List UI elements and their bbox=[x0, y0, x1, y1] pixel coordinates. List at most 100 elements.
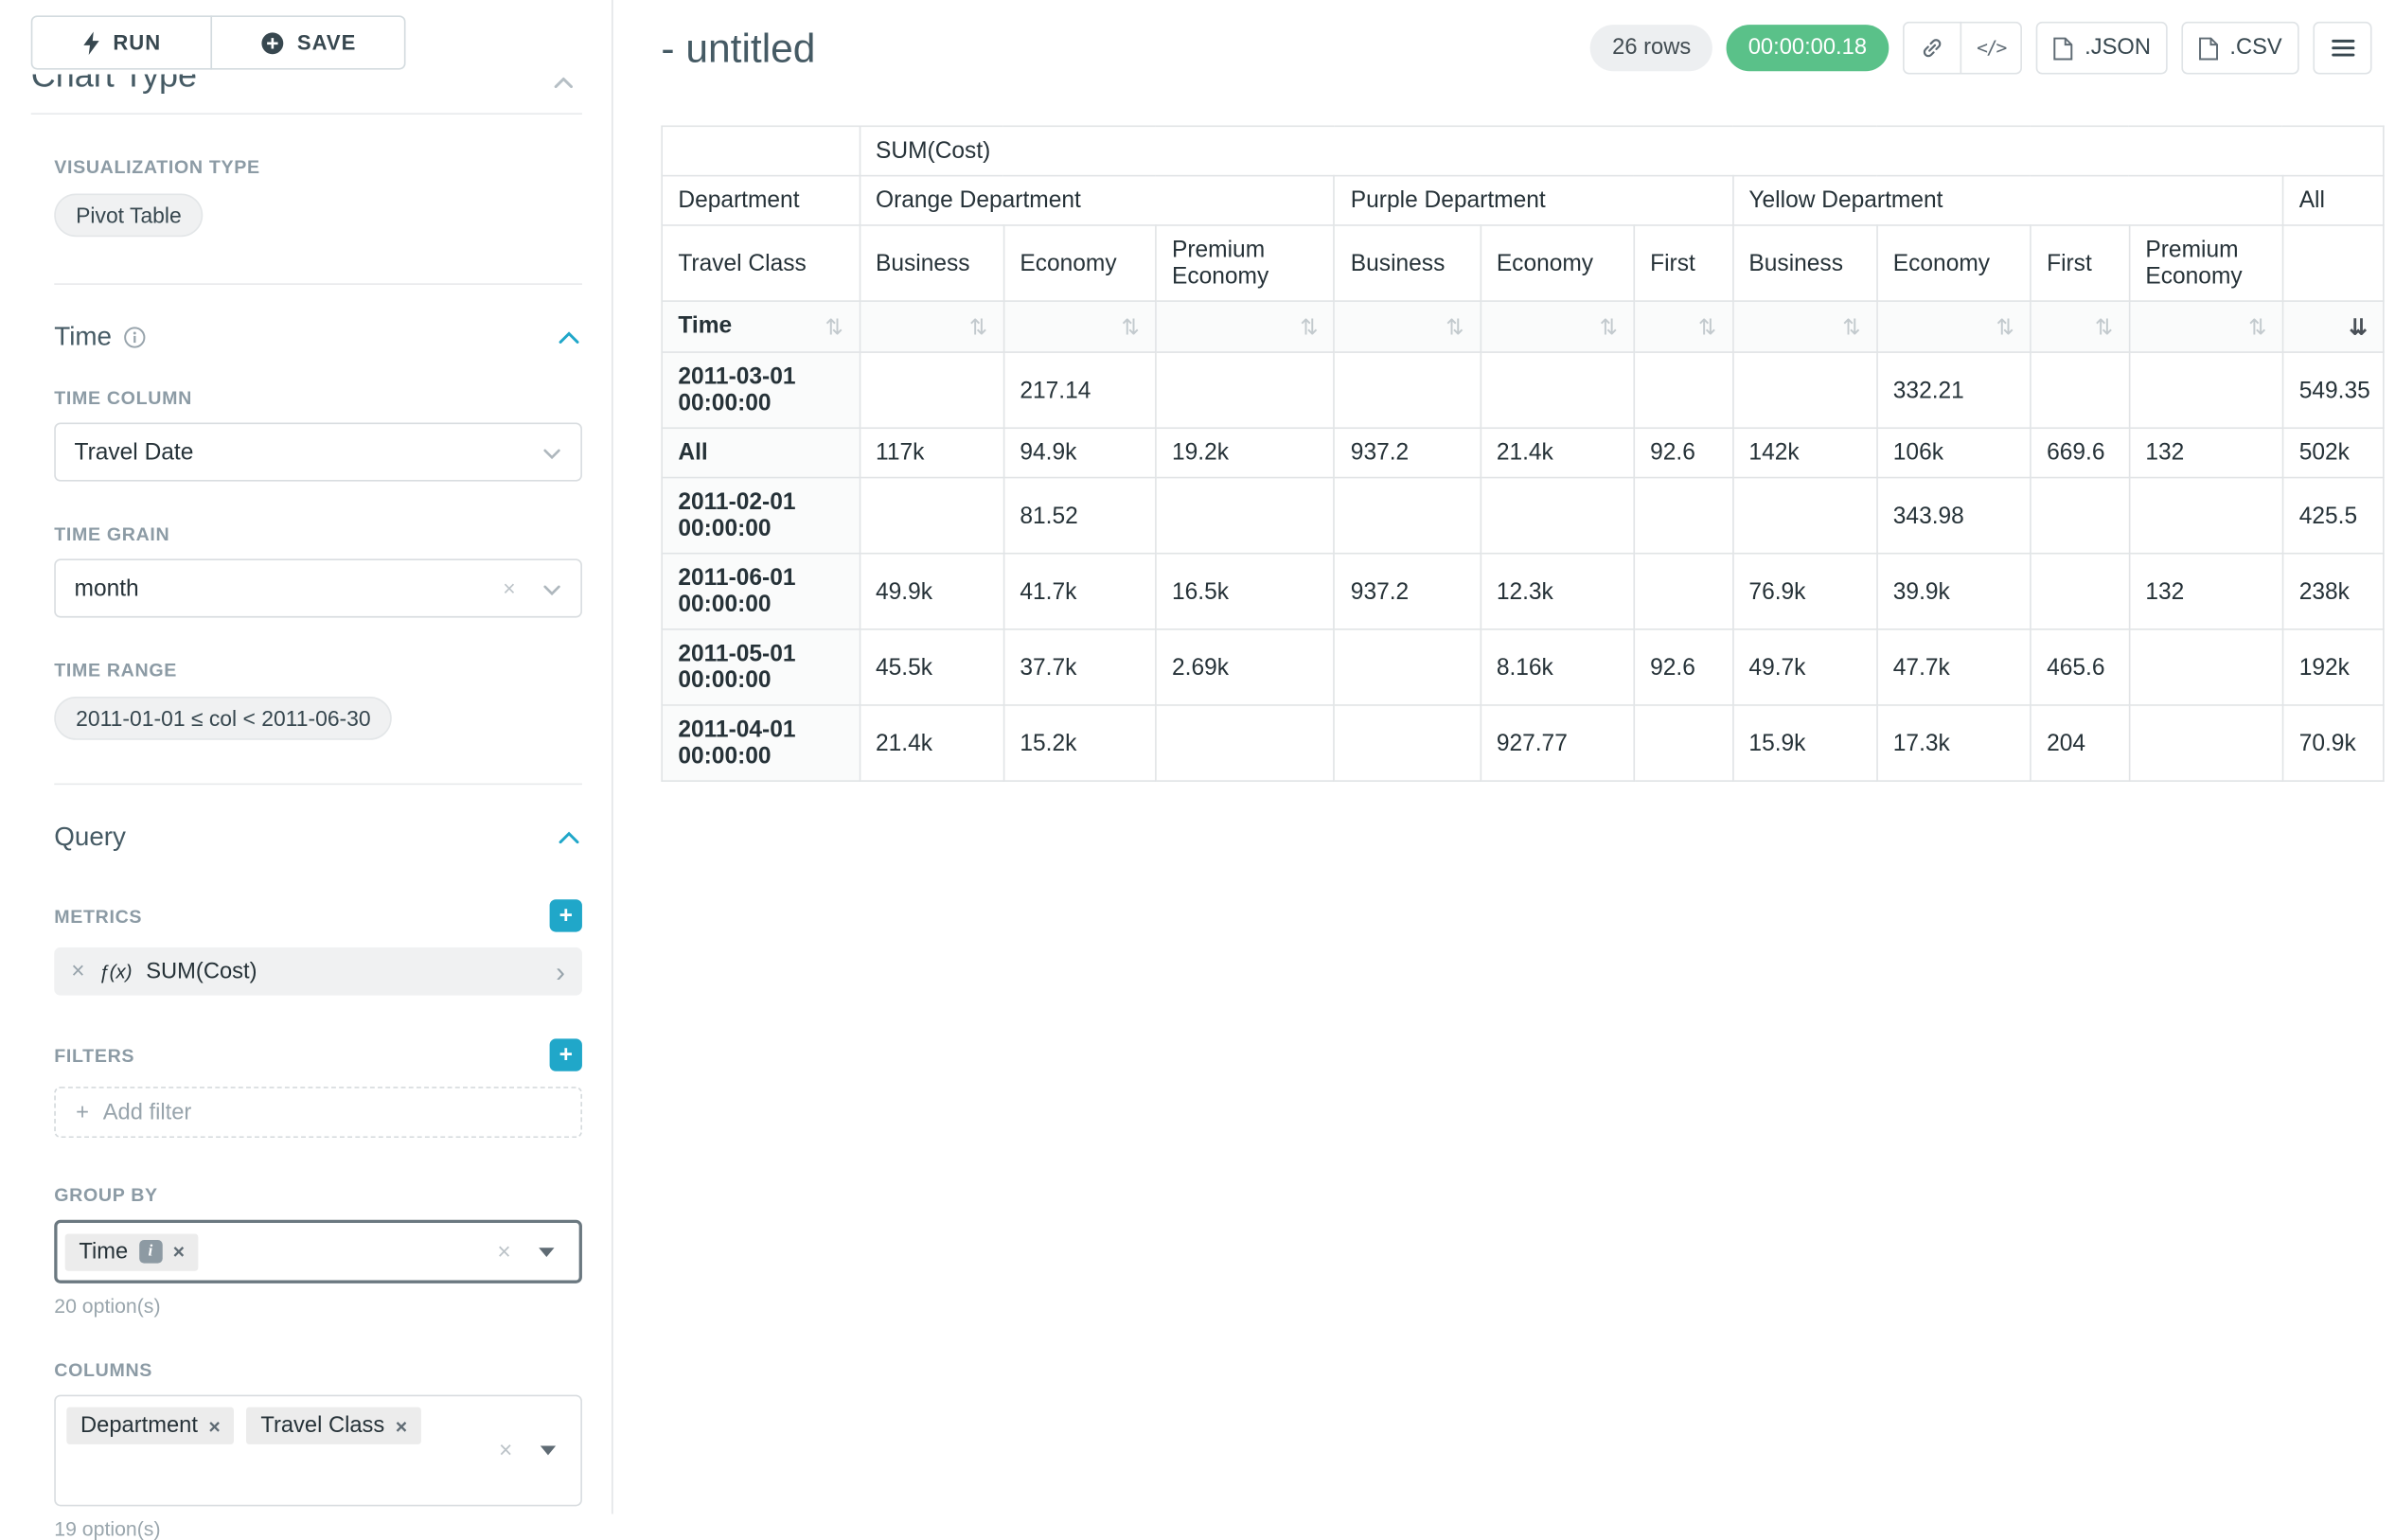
remove-chip-icon[interactable]: × bbox=[173, 1240, 185, 1264]
run-button[interactable]: RUN bbox=[31, 15, 212, 69]
metric-chip[interactable]: × ƒ(x) SUM(Cost) › bbox=[54, 947, 582, 996]
sort-icon[interactable]: ⇅ bbox=[1996, 312, 2014, 341]
table-row: 2011-03-01 00:00:00 217.14 332.21 549.35 bbox=[662, 352, 2384, 428]
chart-header: - untitled 26 rows 00:00:00.18 </> .JSON bbox=[661, 22, 2371, 75]
pivot-cell: 39.9k bbox=[1877, 554, 2031, 629]
clear-icon[interactable]: × bbox=[497, 1238, 510, 1265]
sort-icon[interactable]: ⇅ bbox=[1842, 312, 1860, 341]
sort-icon[interactable]: ⇅ bbox=[1698, 312, 1716, 341]
clear-icon[interactable]: × bbox=[503, 575, 515, 600]
sort-cell[interactable]: ⇅ bbox=[2129, 301, 2282, 352]
sort-active-icon[interactable]: ⇊ bbox=[2349, 312, 2367, 341]
pivot-cell: 21.4k bbox=[1481, 429, 1634, 478]
add-metric-button[interactable]: + bbox=[550, 899, 582, 931]
chevron-up-icon[interactable] bbox=[559, 331, 578, 344]
department-axis-label: Department bbox=[662, 176, 860, 225]
pivot-cell bbox=[1732, 352, 1876, 428]
pivot-cell: 927.77 bbox=[1481, 705, 1634, 781]
pivot-cell: 425.5 bbox=[2283, 478, 2384, 554]
download-json-button[interactable]: .JSON bbox=[2036, 22, 2168, 75]
sort-cell[interactable]: ⇅ bbox=[1003, 301, 1156, 352]
query-section-header[interactable]: Query bbox=[54, 822, 582, 853]
group-by-options-hint: 20 option(s) bbox=[54, 1294, 582, 1318]
time-column-select[interactable]: Travel Date bbox=[54, 422, 582, 481]
copy-link-button[interactable] bbox=[1903, 22, 1961, 75]
sort-cell[interactable]: ⇅ bbox=[1156, 301, 1335, 352]
pivot-cell bbox=[2129, 478, 2282, 554]
info-icon bbox=[124, 327, 146, 348]
group-by-chip[interactable]: Time i × bbox=[65, 1233, 199, 1270]
sort-icon[interactable]: ⇅ bbox=[1300, 312, 1318, 341]
chart-type-heading-text: Chart Type bbox=[31, 75, 197, 95]
visualization-type-chip[interactable]: Pivot Table bbox=[54, 193, 203, 237]
embed-code-button[interactable]: </> bbox=[1960, 22, 2023, 75]
chevron-up-icon[interactable] bbox=[555, 78, 574, 88]
columns-chip[interactable]: Travel Class × bbox=[247, 1407, 421, 1444]
divider bbox=[31, 113, 582, 115]
filters-label: FILTERS bbox=[54, 1044, 134, 1066]
row-label: 2011-06-01 00:00:00 bbox=[662, 554, 860, 629]
time-range-label: TIME RANGE bbox=[54, 660, 582, 681]
sort-icon[interactable]: ⇅ bbox=[1121, 312, 1139, 341]
department-header-row: Department Orange Department Purple Depa… bbox=[662, 176, 2384, 225]
visualization-type-label: VISUALIZATION TYPE bbox=[54, 156, 582, 178]
pivot-cell bbox=[2129, 629, 2282, 705]
department-group-header: Orange Department bbox=[860, 176, 1335, 225]
download-csv-button[interactable]: .CSV bbox=[2182, 22, 2299, 75]
pivot-cell: 192k bbox=[2283, 629, 2384, 705]
column-header: Business bbox=[860, 225, 1003, 301]
sort-cell[interactable]: ⇅ bbox=[1877, 301, 2031, 352]
group-by-chip-label: Time bbox=[79, 1239, 128, 1264]
remove-metric-icon[interactable]: × bbox=[71, 958, 84, 984]
menu-button[interactable] bbox=[2313, 22, 2371, 75]
pivot-cell: 8.16k bbox=[1481, 629, 1634, 705]
caret-down-icon[interactable] bbox=[541, 1446, 556, 1456]
sort-icon[interactable]: ⇅ bbox=[825, 312, 843, 341]
column-header: Economy bbox=[1877, 225, 2031, 301]
sort-cell[interactable]: ⇊ bbox=[2283, 301, 2384, 352]
columns-label: COLUMNS bbox=[54, 1359, 582, 1381]
pivot-cell: 217.14 bbox=[1003, 352, 1156, 428]
sort-cell[interactable]: ⇅ bbox=[1481, 301, 1634, 352]
save-button[interactable]: SAVE bbox=[210, 15, 405, 69]
sort-icon[interactable]: ⇅ bbox=[1600, 312, 1618, 341]
time-range-chip[interactable]: 2011-01-01 ≤ col < 2011-06-30 bbox=[54, 697, 392, 740]
remove-chip-icon[interactable]: × bbox=[396, 1414, 407, 1438]
time-grain-label: TIME GRAIN bbox=[54, 523, 582, 545]
sort-icon[interactable]: ⇅ bbox=[969, 312, 987, 341]
sort-icon[interactable]: ⇅ bbox=[1446, 312, 1464, 341]
chevron-up-icon[interactable] bbox=[559, 831, 578, 843]
time-axis-cell[interactable]: Time⇅ bbox=[662, 301, 860, 352]
pivot-cell bbox=[1156, 478, 1335, 554]
remove-chip-icon[interactable]: × bbox=[208, 1414, 220, 1438]
pivot-cell: 37.7k bbox=[1003, 629, 1156, 705]
metric-header-cell: SUM(Cost) bbox=[860, 126, 2384, 175]
clear-icon[interactable]: × bbox=[499, 1438, 512, 1464]
filters-header-row: FILTERS + bbox=[54, 1038, 582, 1071]
chart-title[interactable]: - untitled bbox=[661, 24, 815, 72]
sort-cell[interactable]: ⇅ bbox=[1335, 301, 1481, 352]
columns-select[interactable]: Department × Travel Class × × bbox=[54, 1395, 582, 1507]
sort-row: Time⇅ ⇅ ⇅ ⇅ ⇅ ⇅ ⇅ ⇅ ⇅ ⇅ ⇅ ⇊ bbox=[662, 301, 2384, 352]
chevron-right-icon[interactable]: › bbox=[556, 958, 565, 985]
add-filter-button[interactable]: + bbox=[550, 1038, 582, 1071]
add-filter-dropzone[interactable]: + Add filter bbox=[54, 1087, 582, 1138]
caret-down-icon[interactable] bbox=[539, 1247, 554, 1256]
sort-cell[interactable]: ⇅ bbox=[860, 301, 1003, 352]
sort-cell[interactable]: ⇅ bbox=[1732, 301, 1876, 352]
time-section-header[interactable]: Time bbox=[54, 322, 582, 353]
pivot-cell: 92.6 bbox=[1634, 629, 1732, 705]
group-by-select[interactable]: Time i × × bbox=[54, 1220, 582, 1283]
pivot-cell: 49.7k bbox=[1732, 629, 1876, 705]
sort-icon[interactable]: ⇅ bbox=[2095, 312, 2113, 341]
sort-cell[interactable]: ⇅ bbox=[1634, 301, 1732, 352]
add-filter-placeholder: Add filter bbox=[103, 1100, 192, 1124]
download-json-label: .JSON bbox=[2085, 36, 2151, 61]
row-label: All bbox=[662, 429, 860, 478]
file-icon bbox=[2053, 36, 2073, 60]
time-grain-select[interactable]: month × bbox=[54, 558, 582, 617]
sort-icon[interactable]: ⇅ bbox=[2248, 312, 2266, 341]
sort-cell[interactable]: ⇅ bbox=[2031, 301, 2129, 352]
columns-chip[interactable]: Department × bbox=[66, 1407, 234, 1444]
metrics-header-row: METRICS + bbox=[54, 899, 582, 931]
